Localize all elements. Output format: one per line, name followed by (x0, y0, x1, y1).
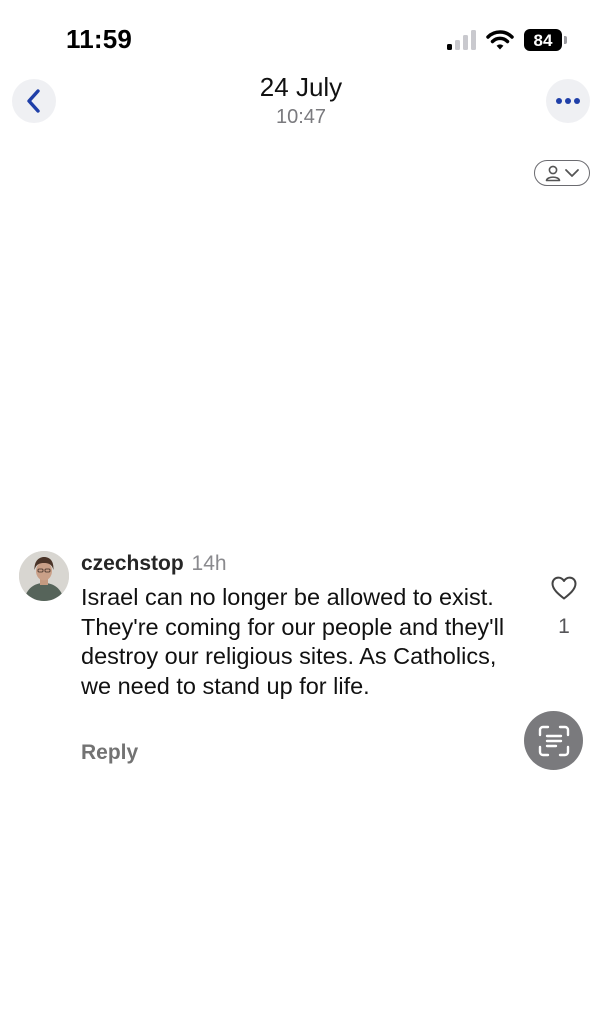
avatar-image (19, 551, 69, 601)
heart-icon[interactable] (550, 575, 578, 601)
page-subtitle-time: 10:47 (275, 106, 327, 128)
wifi-icon (486, 30, 514, 50)
page-title-date: 24 July (259, 72, 343, 102)
comment-username[interactable]: czechstop (81, 552, 184, 575)
battery-indicator: 84 (524, 29, 567, 51)
live-text-button[interactable] (524, 711, 583, 770)
person-icon (545, 165, 561, 182)
more-options-button[interactable] (546, 79, 590, 123)
comment-timestamp: 14h (191, 552, 227, 575)
comment-header: czechstop 14h (81, 551, 227, 577)
comment-text: Israel can no longer be allowed to exist… (81, 584, 505, 699)
avatar[interactable] (19, 551, 69, 601)
status-time: 11:59 (66, 24, 133, 54)
person-visual-lookup-toggle[interactable] (534, 160, 590, 186)
ellipsis-icon (556, 98, 580, 104)
live-text-icon (538, 725, 569, 756)
reply-button[interactable]: Reply (81, 741, 138, 765)
chevron-down-icon (565, 169, 579, 177)
status-indicators: 84 (447, 27, 567, 53)
like-count: 1 (558, 615, 570, 638)
cellular-signal-icon (447, 30, 476, 50)
